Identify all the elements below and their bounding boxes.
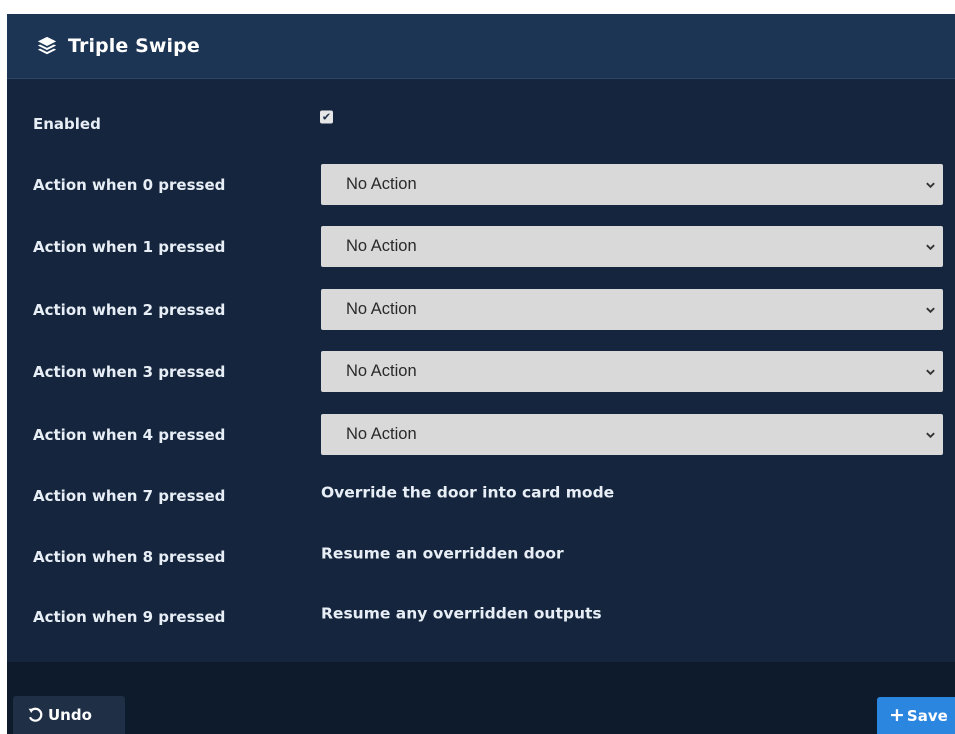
chevron-down-icon: [926, 432, 935, 438]
enabled-label: Enabled: [33, 115, 101, 133]
action-label: Action when 1 pressed: [33, 238, 226, 256]
action-description: Resume any overridden outputs: [321, 604, 602, 623]
action-row-2: Action when 2 pressed No Action: [7, 289, 955, 331]
panel-title: Triple Swipe: [68, 35, 200, 57]
select-value: No Action: [346, 300, 417, 318]
save-button[interactable]: + Save: [877, 697, 955, 734]
chevron-down-icon: [926, 307, 935, 313]
select-value: No Action: [346, 425, 417, 443]
action-row-4: Action when 4 pressed No Action: [7, 414, 955, 456]
action-label: Action when 7 pressed: [33, 487, 226, 505]
action-label: Action when 0 pressed: [33, 176, 226, 194]
undo-icon: [28, 707, 43, 722]
triple-swipe-panel: Triple Swipe Enabled ✔ Action when 0 pre…: [7, 14, 955, 662]
action-row-0: Action when 0 pressed No Action: [7, 164, 955, 206]
action-row-1: Action when 1 pressed No Action: [7, 226, 955, 268]
select-value: No Action: [346, 237, 417, 255]
action-label: Action when 9 pressed: [33, 608, 226, 626]
app-window: Triple Swipe Enabled ✔ Action when 0 pre…: [0, 0, 955, 734]
enabled-checkbox[interactable]: ✔: [320, 110, 333, 124]
undo-label: Undo: [48, 706, 92, 724]
action-row-8: Action when 8 pressed Resume an overridd…: [7, 536, 955, 578]
action-select-2[interactable]: No Action: [321, 289, 943, 330]
action-label: Action when 3 pressed: [33, 363, 226, 381]
save-label: Save: [906, 706, 948, 725]
action-description: Override the door into card mode: [321, 483, 615, 502]
action-select-0[interactable]: No Action: [321, 164, 943, 205]
enabled-row: Enabled ✔: [7, 103, 955, 145]
action-row-7: Action when 7 pressed Override the door …: [7, 475, 955, 517]
action-row-9: Action when 9 pressed Resume any overrid…: [7, 596, 955, 638]
action-label: Action when 8 pressed: [33, 548, 226, 566]
undo-button[interactable]: Undo: [13, 696, 125, 734]
action-row-3: Action when 3 pressed No Action: [7, 351, 955, 393]
layers-icon: [37, 36, 57, 55]
panel-header: Triple Swipe: [7, 14, 955, 79]
panel-footer: [7, 662, 955, 734]
action-select-4[interactable]: No Action: [321, 414, 943, 455]
chevron-down-icon: [926, 244, 935, 250]
action-label: Action when 2 pressed: [33, 301, 226, 319]
plus-icon: +: [889, 704, 905, 726]
chevron-down-icon: [926, 182, 935, 188]
select-value: No Action: [346, 175, 417, 193]
action-select-1[interactable]: No Action: [321, 226, 943, 267]
action-select-3[interactable]: No Action: [321, 351, 943, 392]
select-value: No Action: [346, 362, 417, 380]
action-label: Action when 4 pressed: [33, 426, 226, 444]
action-description: Resume an overridden door: [321, 544, 564, 563]
chevron-down-icon: [926, 369, 935, 375]
